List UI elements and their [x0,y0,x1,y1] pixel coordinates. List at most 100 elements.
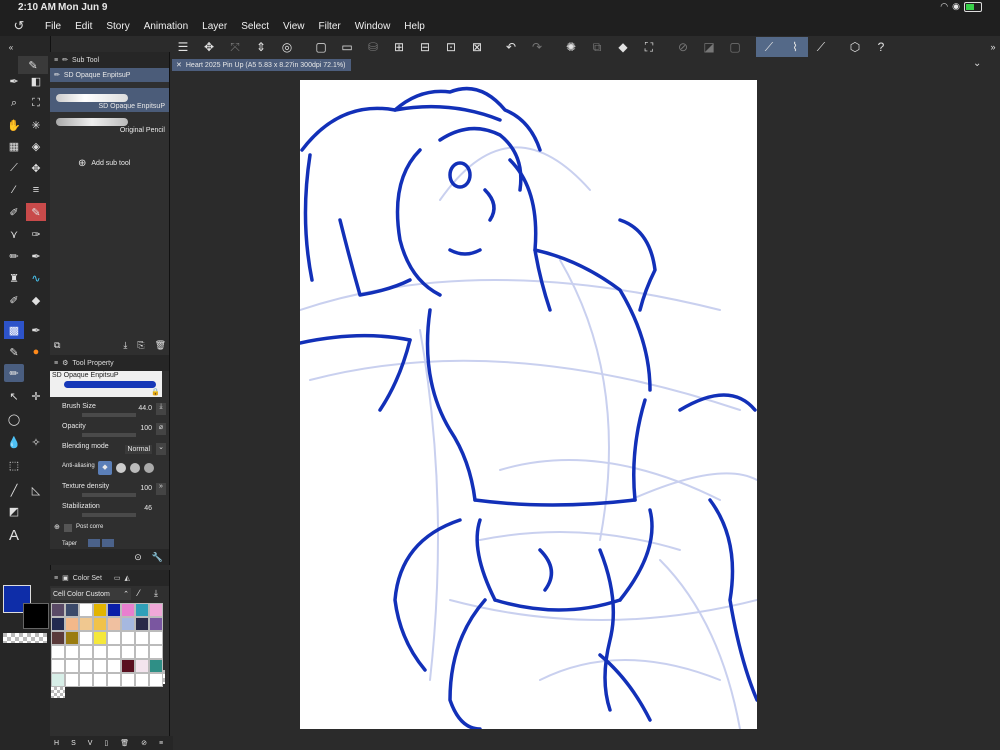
fill-bucket-icon[interactable]: ◆ [610,37,636,57]
opacity-pressure-icon[interactable]: ⌀ [156,423,166,435]
color-swatch[interactable] [121,631,135,645]
3d-icon[interactable]: ◈ [26,137,46,155]
tool-property-tab[interactable]: Tool Property [72,360,113,367]
active-pencil-icon[interactable]: ✏ [4,364,24,382]
color-set-dropdown[interactable]: Cell Color Custom ⌃ [51,588,131,600]
menu-view[interactable]: View [276,21,312,32]
ink-icon[interactable]: ✒ [26,247,46,265]
vector-icon[interactable]: ✛ [26,387,46,405]
color-swatch[interactable] [107,645,121,659]
texture-density-value[interactable]: 100 [140,485,152,492]
help-icon[interactable]: ? [868,37,894,57]
selection-border-icon[interactable]: ▢ [722,37,748,57]
blending-dropdown-icon[interactable]: ⌄ [156,443,166,455]
color-swatch[interactable] [107,603,121,617]
trash-icon[interactable]: 🗑 [155,340,166,351]
texture-density-row[interactable]: Texture density 100 » [54,481,166,499]
menu-edit[interactable]: Edit [68,21,99,32]
color-swatch[interactable] [51,645,65,659]
menu-file[interactable]: File [38,21,68,32]
menu-icon[interactable]: ☰ [170,37,196,57]
color-swatch[interactable] [65,659,79,673]
decoration-icon[interactable]: ✒ [26,321,46,339]
color-swatch[interactable] [121,617,135,631]
transform-icon[interactable]: ⤧ [222,37,248,57]
stamp-icon[interactable]: ♜ [4,269,24,287]
duplicate-icon[interactable]: ⎘ [137,340,144,351]
anti-aliasing-row[interactable]: Anti-aliasing ◆ [54,461,166,479]
color-swatch[interactable] [135,617,149,631]
taper-button-2[interactable] [102,539,114,547]
stabilization-slider[interactable] [82,513,136,517]
frame-icon[interactable]: ▦ [4,137,24,155]
spiral-icon[interactable]: ◎ [274,37,300,57]
marker-icon[interactable]: ✎ [26,203,46,221]
snap-special-ruler-icon[interactable]: ⌇ [782,37,808,57]
lasso-icon[interactable]: ◯ [4,410,24,428]
color-swatch[interactable] [79,673,93,687]
anti-alias-strong-icon[interactable] [144,463,154,473]
delete-color-icon[interactable]: ⊘ [141,739,147,747]
color-swatch[interactable] [65,673,79,687]
snap-ruler-icon[interactable]: ⟋ [756,37,782,57]
color-swatch[interactable] [149,617,163,631]
stabilization-row[interactable]: Stabilization 46 [54,501,166,519]
brush-size-slider[interactable] [82,413,136,417]
color-swatch[interactable] [93,631,107,645]
color-swatch[interactable] [149,673,163,687]
object-select-icon[interactable]: ⛶ [26,94,46,112]
color-swatch[interactable] [93,645,107,659]
color-swatch[interactable] [149,645,163,659]
companion-icon[interactable]: ⬡ [842,37,868,57]
close-icon[interactable]: ✕ [176,61,182,69]
eraser-icon[interactable]: ◩ [4,502,24,520]
zoom-icon[interactable]: ⌕ [4,94,24,112]
color-swatch[interactable] [51,617,65,631]
color-swatch[interactable] [135,603,149,617]
color-swatch[interactable] [149,631,163,645]
gradient-icon[interactable]: ≡ [26,181,46,199]
pen-nib-icon[interactable]: ✐ [4,203,24,221]
color-swatch[interactable] [51,673,65,687]
color-history-tab-icon[interactable]: ◭ [125,574,130,582]
color-swatch[interactable] [121,673,135,687]
color-swatch[interactable] [51,631,65,645]
brush-size-row[interactable]: Brush Size 44.0 ⤓ [54,401,166,419]
save-icon[interactable]: ⛁ [360,37,386,57]
new-file-icon[interactable]: ▢ [308,37,334,57]
export-alt-icon[interactable]: ⊟ [412,37,438,57]
move-canvas-icon[interactable]: ✥ [196,37,222,57]
snap-grid-icon[interactable]: ⟋ [808,37,834,57]
menu-select[interactable]: Select [234,21,276,32]
s-mode-icon[interactable]: S [71,740,76,747]
fill-pen-icon[interactable]: ✑ [26,225,46,243]
anti-alias-none-icon[interactable]: ◆ [98,461,112,475]
sub-color-swatch[interactable] [23,603,49,629]
wave-icon[interactable]: ∿ [26,269,46,287]
collapse-right-icon[interactable]: » [986,37,1000,57]
page-icon[interactable]: ▯ [104,739,108,747]
pen-icon[interactable]: ✒ [4,72,24,90]
color-swatch[interactable] [107,659,121,673]
export-icon[interactable]: ⊞ [386,37,412,57]
loading-icon[interactable]: ✺ [558,37,584,57]
color-orb-icon[interactable]: ● [26,343,46,361]
up-down-icon[interactable]: ⇕ [248,37,274,57]
dropper-icon[interactable]: ⟋ [4,159,24,177]
add-sub-tool-button[interactable]: ⊕ Add sub tool [78,158,130,169]
color-swatch[interactable] [135,645,149,659]
color-swatch[interactable] [121,603,135,617]
color-swatch[interactable] [51,603,65,617]
color-swatch[interactable] [65,617,79,631]
sub-tool-group[interactable]: ✏ SD Opaque EnpitsuP [50,68,169,82]
lock-icon[interactable]: 🔒 [151,388,160,396]
taper-button[interactable] [88,539,100,547]
opacity-value[interactable]: 100 [140,425,152,432]
post-correction-checkbox[interactable] [64,524,72,532]
anti-alias-mid-icon[interactable] [130,463,140,473]
pressure-icon[interactable]: ⤓ [156,403,166,415]
bucket-icon[interactable]: ◆ [26,291,46,309]
post-correction-row[interactable]: ⊕ Post corre [54,521,166,539]
collapse-icon[interactable]: « [1,38,21,56]
fill-icon[interactable]: 💧 [4,433,24,451]
